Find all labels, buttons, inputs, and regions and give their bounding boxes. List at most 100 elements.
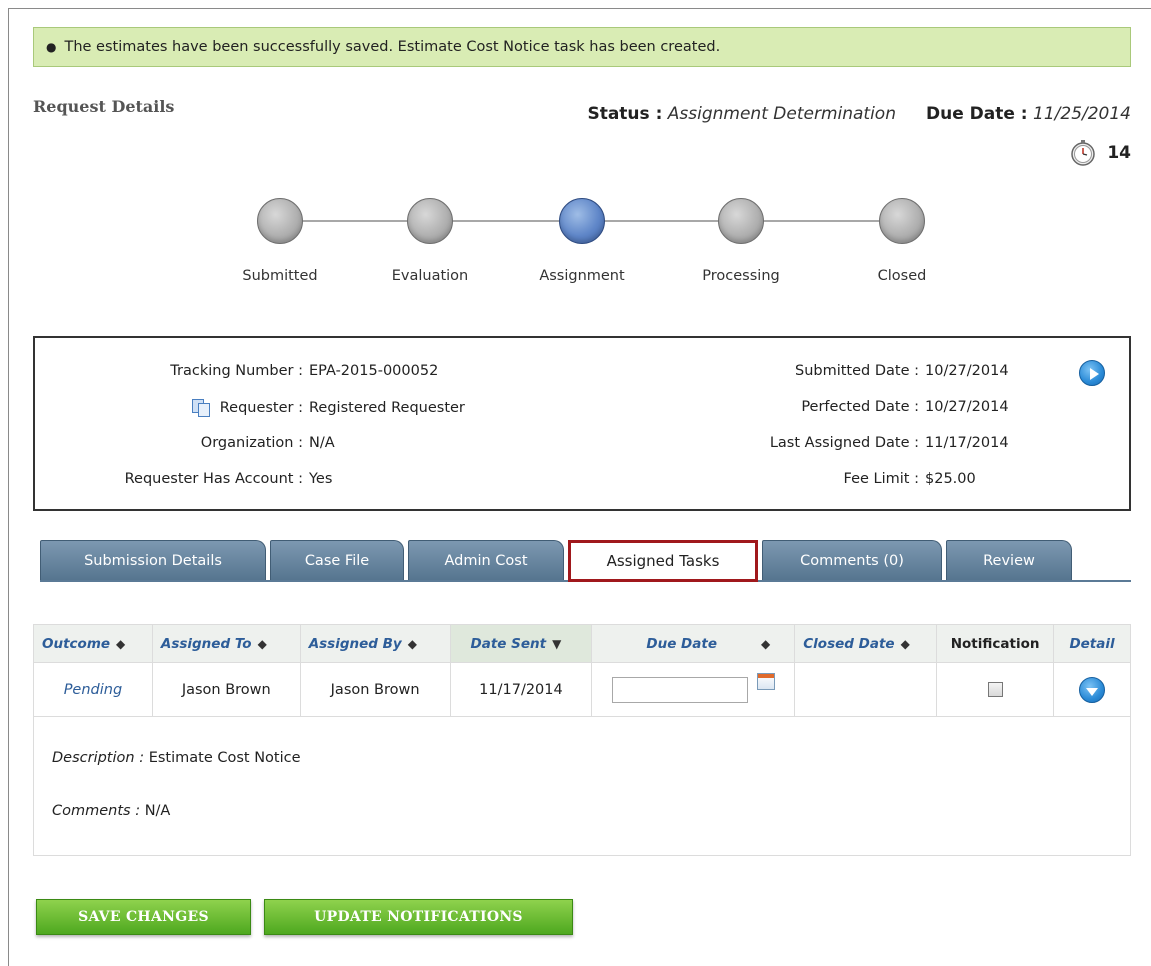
description-label: Description : [52,750,145,766]
organization-row: Organization : N/A [35,435,335,451]
comments-line: Comments : N/A [52,803,170,819]
copy-icon[interactable] [191,399,212,417]
table-row: Pending Jason Brown Jason Brown 11/17/20… [33,662,1131,717]
header-assigned-by-label: Assigned By [308,635,402,652]
task-detail-panel: Description : Estimate Cost Notice Comme… [33,717,1131,856]
header-assigned-to[interactable]: Assigned To ◆ [151,624,301,663]
status-group: Status : Assignment Determination [587,104,896,124]
has-account-label: Requester Has Account : [124,471,303,487]
submitted-date-value: 10/27/2014 [925,363,1009,379]
assigned-to-cell: Jason Brown [151,662,301,717]
expand-down-icon[interactable] [1079,676,1106,703]
has-account-row: Requester Has Account : Yes [35,471,333,487]
success-message: The estimates have been successfully sav… [64,39,721,55]
days-count: 14 [1107,143,1131,163]
step-evaluation: Evaluation [365,198,495,284]
due-date-label: Due Date : [925,104,1028,124]
sort-icon: ◆ [407,636,417,651]
sort-icon: ◆ [116,636,126,651]
step-label: Submitted [242,268,318,284]
header-assigned-by[interactable]: Assigned By ◆ [299,624,451,663]
status-label: Status : [587,104,663,124]
outcome-cell[interactable]: Pending [33,662,153,717]
step-dot [257,198,303,244]
bullet-icon: ● [46,40,57,54]
tracking-number-value: EPA-2015-000052 [309,363,439,379]
sort-desc-icon: ▼ [552,636,562,651]
step-dot [879,198,925,244]
tab-submission-details[interactable]: Submission Details [40,540,266,580]
comments-label: Comments : [52,803,141,819]
step-label: Assignment [539,268,625,284]
due-date-value: 11/25/2014 [1033,104,1131,124]
requester-key: Requester : [35,399,303,417]
header-detail: Detail [1053,624,1131,663]
calendar-icon[interactable] [756,672,775,690]
last-assigned-date-row: Last Assigned Date : 11/17/2014 [619,435,1009,451]
has-account-value: Yes [309,471,333,487]
requester-row: Requester : Registered Requester [35,399,465,417]
submitted-date-row: Submitted Date : 10/27/2014 [619,363,1009,379]
step-submitted: Submitted [215,198,345,284]
tab-bar: Submission Details Case File Admin Cost … [40,540,1131,582]
header-closed-date[interactable]: Closed Date ◆ [794,624,938,663]
fee-limit-value: $25.00 [925,471,976,487]
step-assignment: Assignment [517,198,647,284]
progress-stepper: Submitted Evaluation Assignment Processi… [215,198,945,293]
due-date-group: Due Date : 11/25/2014 [926,104,1131,124]
assigned-by-cell: Jason Brown [299,662,451,717]
request-info-box: Tracking Number : EPA-2015-000052 Request… [33,336,1131,511]
tab-comments[interactable]: Comments (0) [762,540,942,580]
sort-icon: ◆ [257,636,267,651]
detail-cell [1053,662,1131,717]
status-value: Assignment Determination [667,104,896,124]
step-dot [718,198,764,244]
tab-assigned-tasks[interactable]: Assigned Tasks [568,540,758,582]
step-closed: Closed [837,198,967,284]
fee-limit-label: Fee Limit : [843,471,919,487]
success-banner: ● The estimates have been successfully s… [33,27,1131,67]
date-sent-cell: 11/17/2014 [449,662,593,717]
tracking-number-row: Tracking Number : EPA-2015-000052 [35,363,438,379]
tab-review[interactable]: Review [946,540,1072,580]
comments-value: N/A [144,803,171,819]
update-notifications-button[interactable]: UPDATE NOTIFICATIONS [264,899,573,935]
days-remaining: 14 [1069,139,1131,167]
closed-date-cell [794,662,938,717]
tab-admin-cost[interactable]: Admin Cost [408,540,564,580]
table-header-row: Outcome ◆ Assigned To ◆ Assigned By ◆ Date … [33,624,1131,663]
header-notification: Notification [936,624,1055,663]
submitted-date-label: Submitted Date : [794,363,919,379]
play-icon[interactable] [1079,360,1105,386]
notification-checkbox[interactable] [987,682,1003,697]
due-date-input[interactable] [612,676,749,703]
sort-icon: ◆ [760,636,771,651]
due-date-cell [591,662,796,717]
assigned-tasks-table: Outcome ◆ Assigned To ◆ Assigned By ◆ Date … [33,624,1131,717]
step-dot [407,198,453,244]
header-outcome-label: Outcome [42,635,111,652]
organization-label: Organization : [200,435,303,451]
perfected-date-row: Perfected Date : 10/27/2014 [619,399,1008,415]
step-label: Evaluation [391,268,469,284]
last-assigned-date-label: Last Assigned Date : [769,435,919,451]
tab-case-file[interactable]: Case File [270,540,404,580]
description-value: Estimate Cost Notice [148,750,301,766]
step-dot-active [559,198,605,244]
step-label: Closed [877,268,927,284]
status-line: Status : Assignment Determination Due Da… [587,104,1131,124]
header-closed-date-label: Closed Date [803,635,895,652]
requester-label: Requester : [219,400,303,416]
tracking-number-label: Tracking Number : [170,363,303,379]
header-date-sent[interactable]: Date Sent ▼ [449,624,593,663]
save-changes-button[interactable]: SAVE CHANGES [36,899,251,935]
section-title: Request Details [33,97,175,116]
header-date-sent-label: Date Sent [470,635,547,652]
step-label: Processing [702,268,780,284]
organization-value: N/A [309,435,335,451]
requester-value: Registered Requester [309,400,465,416]
fee-limit-row: Fee Limit : $25.00 [619,471,976,487]
last-assigned-date-value: 11/17/2014 [925,435,1009,451]
header-outcome[interactable]: Outcome ◆ [33,624,153,663]
header-due-date[interactable]: Due Date ◆ [591,624,796,663]
